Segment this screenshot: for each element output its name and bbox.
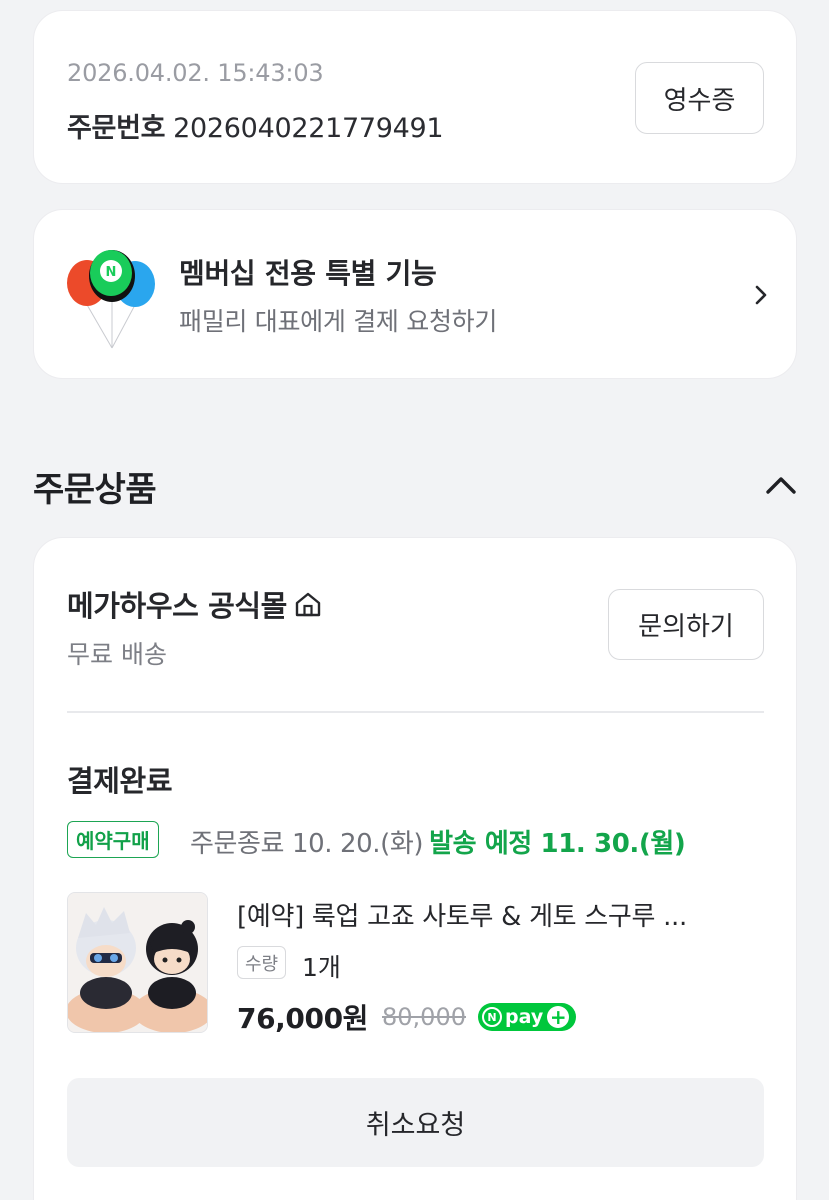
npay-label: pay xyxy=(505,1006,544,1028)
plus-icon: + xyxy=(547,1006,570,1028)
membership-subtitle: 패밀리 대표에게 결제 요청하기 xyxy=(179,307,498,336)
receipt-button[interactable]: 영수증 xyxy=(635,62,764,134)
order-number-label: 주문번호 xyxy=(67,113,166,144)
divider xyxy=(67,711,764,713)
npay-plus-badge: Npay + xyxy=(478,1003,576,1031)
order-number-value: 2026040221779491 xyxy=(173,113,444,144)
store-name-row[interactable]: 메가하우스 공식몰 xyxy=(67,583,323,625)
membership-title: 멤버십 전용 특별 기능 xyxy=(179,257,437,290)
original-price: 80,000 xyxy=(382,1003,466,1031)
preorder-info: 주문종료 10. 20.(화) 발송 예정 11. 30.(월) xyxy=(190,823,686,860)
cancel-request-button[interactable]: 취소요청 xyxy=(67,1078,764,1167)
order-info-card: 2026.04.02. 15:43:03 주문번호 202604022177949… xyxy=(33,10,797,184)
order-items-card: 메가하우스 공식몰 무료 배송 문의하기 결제완료 예약구매 주문종료 10. … xyxy=(33,537,797,1200)
order-number-row: 주문번호 2026040221779491 xyxy=(67,106,444,145)
sale-price: 76,000원 xyxy=(237,1002,369,1035)
ship-schedule: 발송 예정 11. 30.(월) xyxy=(429,829,686,859)
membership-banner[interactable]: N 멤버십 전용 특별 기능 패밀리 대표에게 결제 요청하기 xyxy=(33,209,797,379)
product-image xyxy=(68,893,207,1032)
order-end-date: 주문종료 10. 20.(화) xyxy=(190,829,424,859)
price-row: 76,000원 80,000 Npay + xyxy=(237,997,576,1037)
npay-n-icon: N xyxy=(482,1007,502,1027)
home-icon xyxy=(295,592,321,617)
shipping-info: 무료 배송 xyxy=(67,640,167,669)
section-title: 주문상품 xyxy=(33,470,157,510)
preorder-badge: 예약구매 xyxy=(67,821,159,858)
balloon-badge-letter: N xyxy=(106,265,117,280)
product-thumbnail[interactable] xyxy=(67,892,208,1033)
product-name[interactable]: [예약] 룩업 고죠 사토루 & 게토 스구루 ... xyxy=(237,896,757,933)
balloons-icon: N xyxy=(67,250,155,349)
order-datetime: 2026.04.02. 15:43:03 xyxy=(67,59,324,87)
chevron-up-icon[interactable] xyxy=(764,474,798,496)
quantity-label: 수량 xyxy=(237,946,287,979)
chevron-right-icon xyxy=(755,285,767,305)
inquiry-button[interactable]: 문의하기 xyxy=(608,589,764,660)
order-status: 결제완료 xyxy=(67,764,173,798)
store-name: 메가하우스 공식몰 xyxy=(67,589,287,623)
quantity-value: 1개 xyxy=(302,953,341,982)
